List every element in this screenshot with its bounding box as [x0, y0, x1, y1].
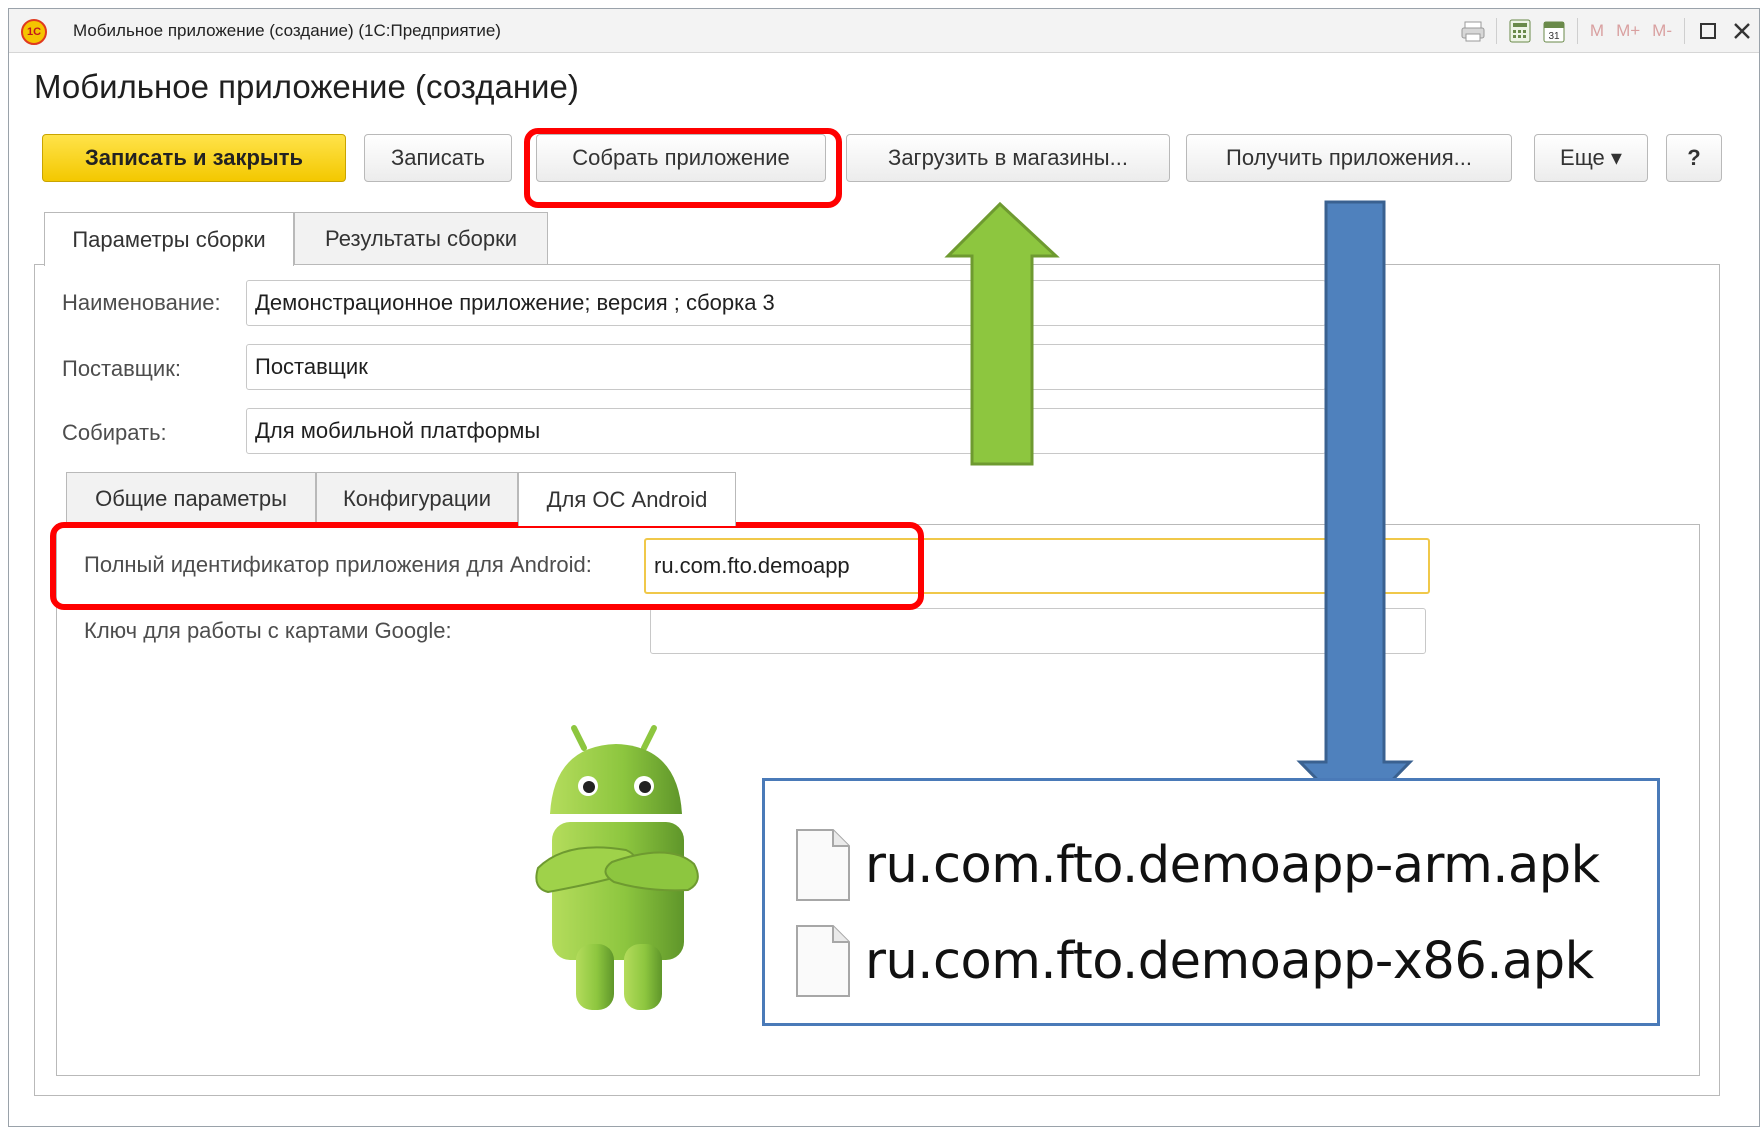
help-button[interactable]: ? — [1666, 134, 1722, 182]
save-button[interactable]: Записать — [364, 134, 512, 182]
get-apps-button[interactable]: Получить приложения... — [1186, 134, 1512, 182]
output-files-box: ru.com.fto.demoapp-arm.apk ru.com.fto.de… — [762, 778, 1660, 1026]
file-name: ru.com.fto.demoapp-x86.apk — [865, 931, 1594, 991]
memory-plus-button[interactable]: M+ — [1610, 21, 1646, 41]
titlebar-controls: 31 M M+ M- — [1456, 15, 1759, 47]
tab-android[interactable]: Для ОС Android — [518, 472, 736, 526]
print-icon[interactable] — [1456, 15, 1490, 47]
upload-to-stores-button[interactable]: Загрузить в магазины... — [846, 134, 1170, 182]
window-title: Мобильное приложение (создание) (1С:Пред… — [73, 21, 501, 40]
tab-build-parameters[interactable]: Параметры сборки — [44, 212, 294, 266]
build-for-label: Собирать: — [62, 420, 167, 445]
tab-general-parameters[interactable]: Общие параметры — [66, 472, 316, 524]
file-list-item[interactable]: ru.com.fto.demoapp-x86.apk — [795, 923, 1594, 999]
tab-build-results[interactable]: Результаты сборки — [294, 212, 548, 264]
build-button-highlight — [524, 128, 842, 208]
more-menu-button[interactable]: Еще ▾ — [1534, 134, 1648, 182]
name-field[interactable]: Демонстрационное приложение; версия ; сб… — [246, 280, 1326, 326]
app-id-highlight — [50, 522, 924, 610]
android-mascot-icon — [535, 725, 699, 1010]
page-title: Мобильное приложение (создание) — [34, 68, 579, 105]
green-up-arrow — [944, 201, 1060, 466]
name-label: Наименование: — [62, 290, 221, 315]
tab-configurations[interactable]: Конфигурации — [316, 472, 518, 524]
file-icon — [795, 828, 851, 902]
save-and-close-button[interactable]: Записать и закрыть — [42, 134, 346, 182]
maximize-icon[interactable] — [1691, 15, 1725, 47]
file-list-item[interactable]: ru.com.fto.demoapp-arm.apk — [795, 827, 1600, 903]
build-for-field[interactable]: Для мобильной платформы — [246, 408, 1326, 454]
file-name: ru.com.fto.demoapp-arm.apk — [865, 835, 1600, 895]
memory-m-button[interactable]: M — [1584, 21, 1610, 41]
svg-text:31: 31 — [1548, 31, 1560, 42]
memory-minus-button[interactable]: M- — [1646, 21, 1678, 41]
calendar-icon[interactable]: 31 — [1537, 15, 1571, 47]
calculator-icon[interactable] — [1503, 15, 1537, 47]
titlebar-separator — [1576, 18, 1578, 44]
blue-down-arrow — [1296, 200, 1414, 821]
file-icon — [795, 924, 851, 998]
app-logo-icon: 1С — [21, 19, 47, 45]
maps-key-label: Ключ для работы с картами Google: — [84, 618, 452, 643]
vendor-field[interactable]: Поставщик — [246, 344, 1326, 390]
close-icon[interactable] — [1725, 15, 1759, 47]
title-bar: 1С Мобильное приложение (создание) (1С:П… — [9, 9, 1759, 53]
titlebar-separator — [1495, 18, 1497, 44]
titlebar-separator — [1684, 18, 1685, 44]
vendor-label: Поставщик: — [62, 356, 181, 381]
